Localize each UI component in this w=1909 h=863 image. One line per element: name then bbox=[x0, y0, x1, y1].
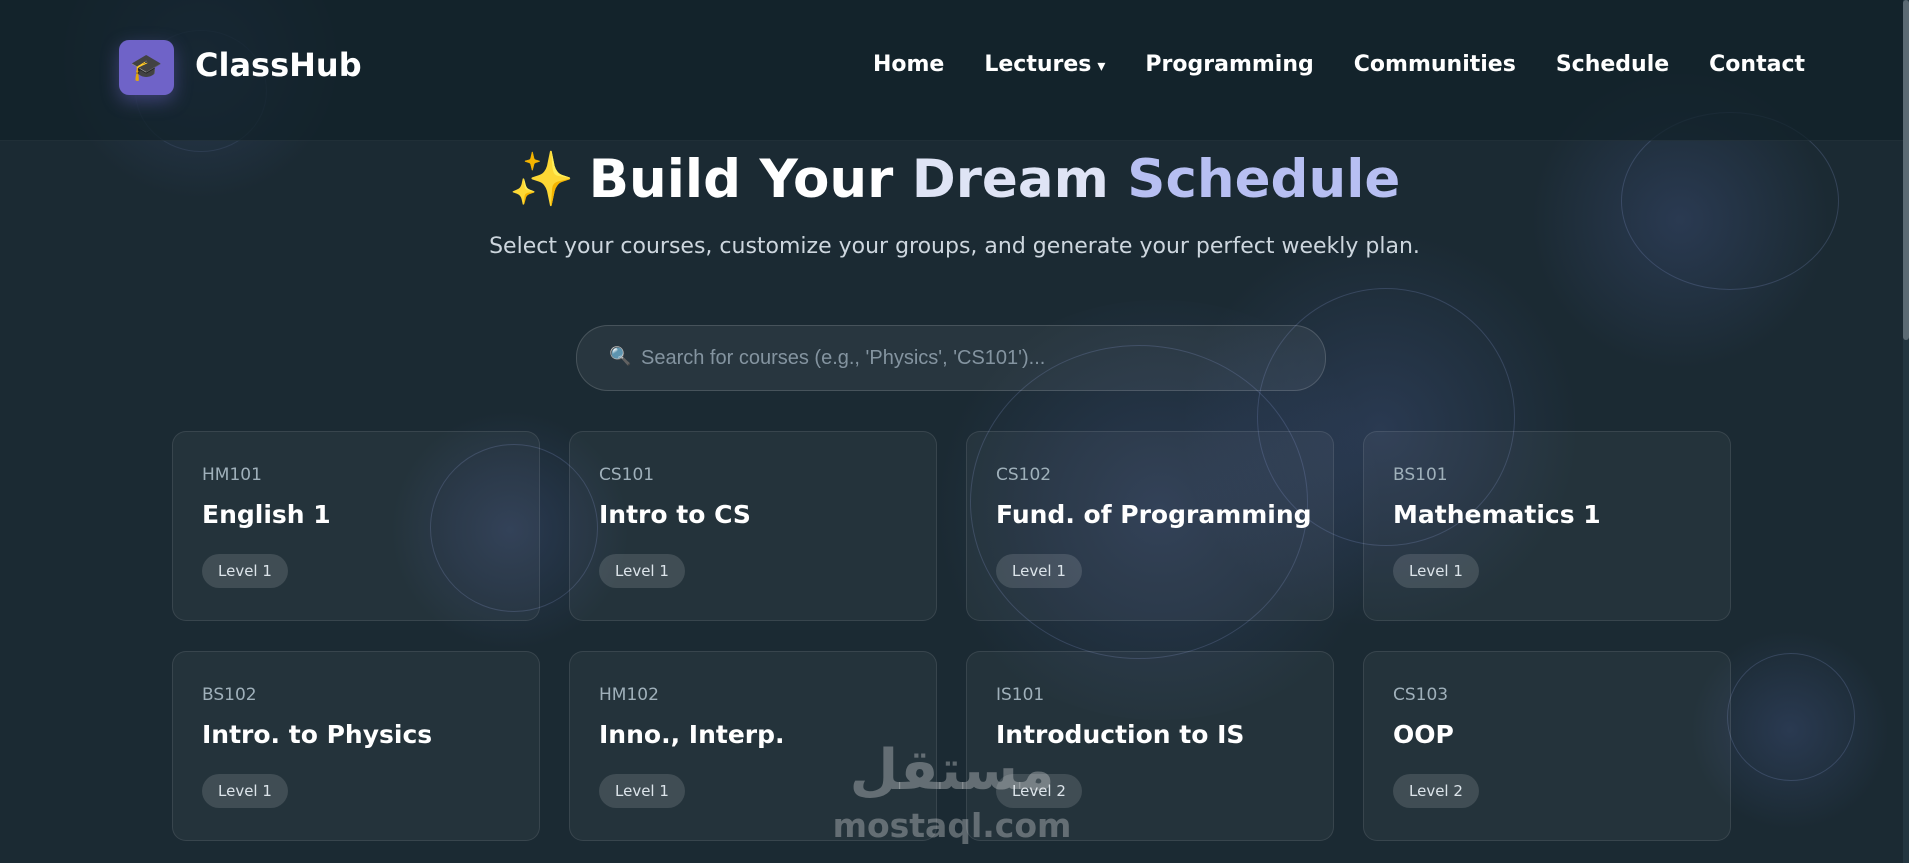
title-part-1: Build Your bbox=[588, 149, 894, 210]
course-card[interactable]: CS102 Fund. of Programming Level 1 bbox=[966, 431, 1334, 621]
nav-link-programming[interactable]: Programming bbox=[1145, 52, 1313, 77]
nav-link-contact[interactable]: Contact bbox=[1709, 52, 1805, 77]
nav-link-lectures[interactable]: Lectures ▾ bbox=[984, 52, 1105, 77]
course-code: HM101 bbox=[202, 465, 262, 485]
scrollbar-thumb[interactable] bbox=[1903, 0, 1909, 340]
level-badge: Level 1 bbox=[202, 554, 288, 588]
page-subtitle: Select your courses, customize your grou… bbox=[489, 234, 1420, 259]
course-title: Mathematics 1 bbox=[1393, 500, 1601, 529]
course-card[interactable]: CS101 Intro to CS Level 1 bbox=[569, 431, 937, 621]
course-card[interactable]: BS102 Intro. to Physics Level 1 bbox=[172, 651, 540, 841]
course-code: CS101 bbox=[599, 465, 655, 485]
watermark: مستقل mostaql.com bbox=[832, 735, 1072, 845]
background-circle bbox=[1727, 653, 1855, 781]
course-title: Intro. to Physics bbox=[202, 720, 433, 749]
course-search-input[interactable] bbox=[639, 326, 1303, 390]
search-icon: 🔍 bbox=[609, 346, 632, 367]
level-badge: Level 1 bbox=[1393, 554, 1479, 588]
title-part-3: Schedule bbox=[1127, 149, 1401, 210]
nav-link-schedule[interactable]: Schedule bbox=[1556, 52, 1669, 77]
course-title: OOP bbox=[1393, 720, 1454, 749]
course-title: Fund. of Programming bbox=[996, 500, 1312, 529]
level-badge: Level 2 bbox=[1393, 774, 1479, 808]
nav-link-communities[interactable]: Communities bbox=[1354, 52, 1516, 77]
brand-name[interactable]: ClassHub bbox=[195, 46, 362, 84]
course-title: Intro to CS bbox=[599, 500, 751, 529]
watermark-arabic: مستقل bbox=[849, 738, 1055, 803]
top-navbar: 🎓 ClassHub Home Lectures ▾ Programming Co… bbox=[0, 0, 1909, 141]
course-card[interactable]: BS101 Mathematics 1 Level 1 bbox=[1363, 431, 1731, 621]
level-badge: Level 1 bbox=[599, 554, 685, 588]
nav-link-home[interactable]: Home bbox=[873, 52, 944, 77]
course-code: BS101 bbox=[1393, 465, 1448, 485]
course-title: Inno., Interp. bbox=[599, 720, 785, 749]
level-badge: Level 1 bbox=[996, 554, 1082, 588]
course-code: CS103 bbox=[1393, 685, 1449, 705]
nav-link-lectures-label: Lectures bbox=[984, 52, 1092, 77]
nav-links: Home Lectures ▾ Programming Communities S… bbox=[873, 52, 1805, 77]
brand-logo[interactable]: 🎓 bbox=[119, 40, 174, 95]
scrollbar[interactable] bbox=[1903, 0, 1909, 863]
course-title: English 1 bbox=[202, 500, 331, 529]
course-code: HM102 bbox=[599, 685, 659, 705]
sparkles-icon: ✨ bbox=[508, 149, 575, 210]
watermark-latin: mostaql.com bbox=[832, 806, 1072, 845]
course-card[interactable]: HM101 English 1 Level 1 bbox=[172, 431, 540, 621]
title-part-2: Dream bbox=[911, 149, 1109, 210]
course-code: BS102 bbox=[202, 685, 257, 705]
course-card[interactable]: CS103 OOP Level 2 bbox=[1363, 651, 1731, 841]
caret-down-icon: ▾ bbox=[1097, 56, 1106, 75]
graduation-cap-icon: 🎓 bbox=[130, 52, 163, 83]
page-title: ✨ Build Your Dream Schedule bbox=[0, 148, 1909, 210]
level-badge: Level 1 bbox=[202, 774, 288, 808]
course-code: CS102 bbox=[996, 465, 1052, 485]
course-search-box: 🔍 bbox=[576, 325, 1326, 391]
course-code: IS101 bbox=[996, 685, 1045, 705]
level-badge: Level 1 bbox=[599, 774, 685, 808]
